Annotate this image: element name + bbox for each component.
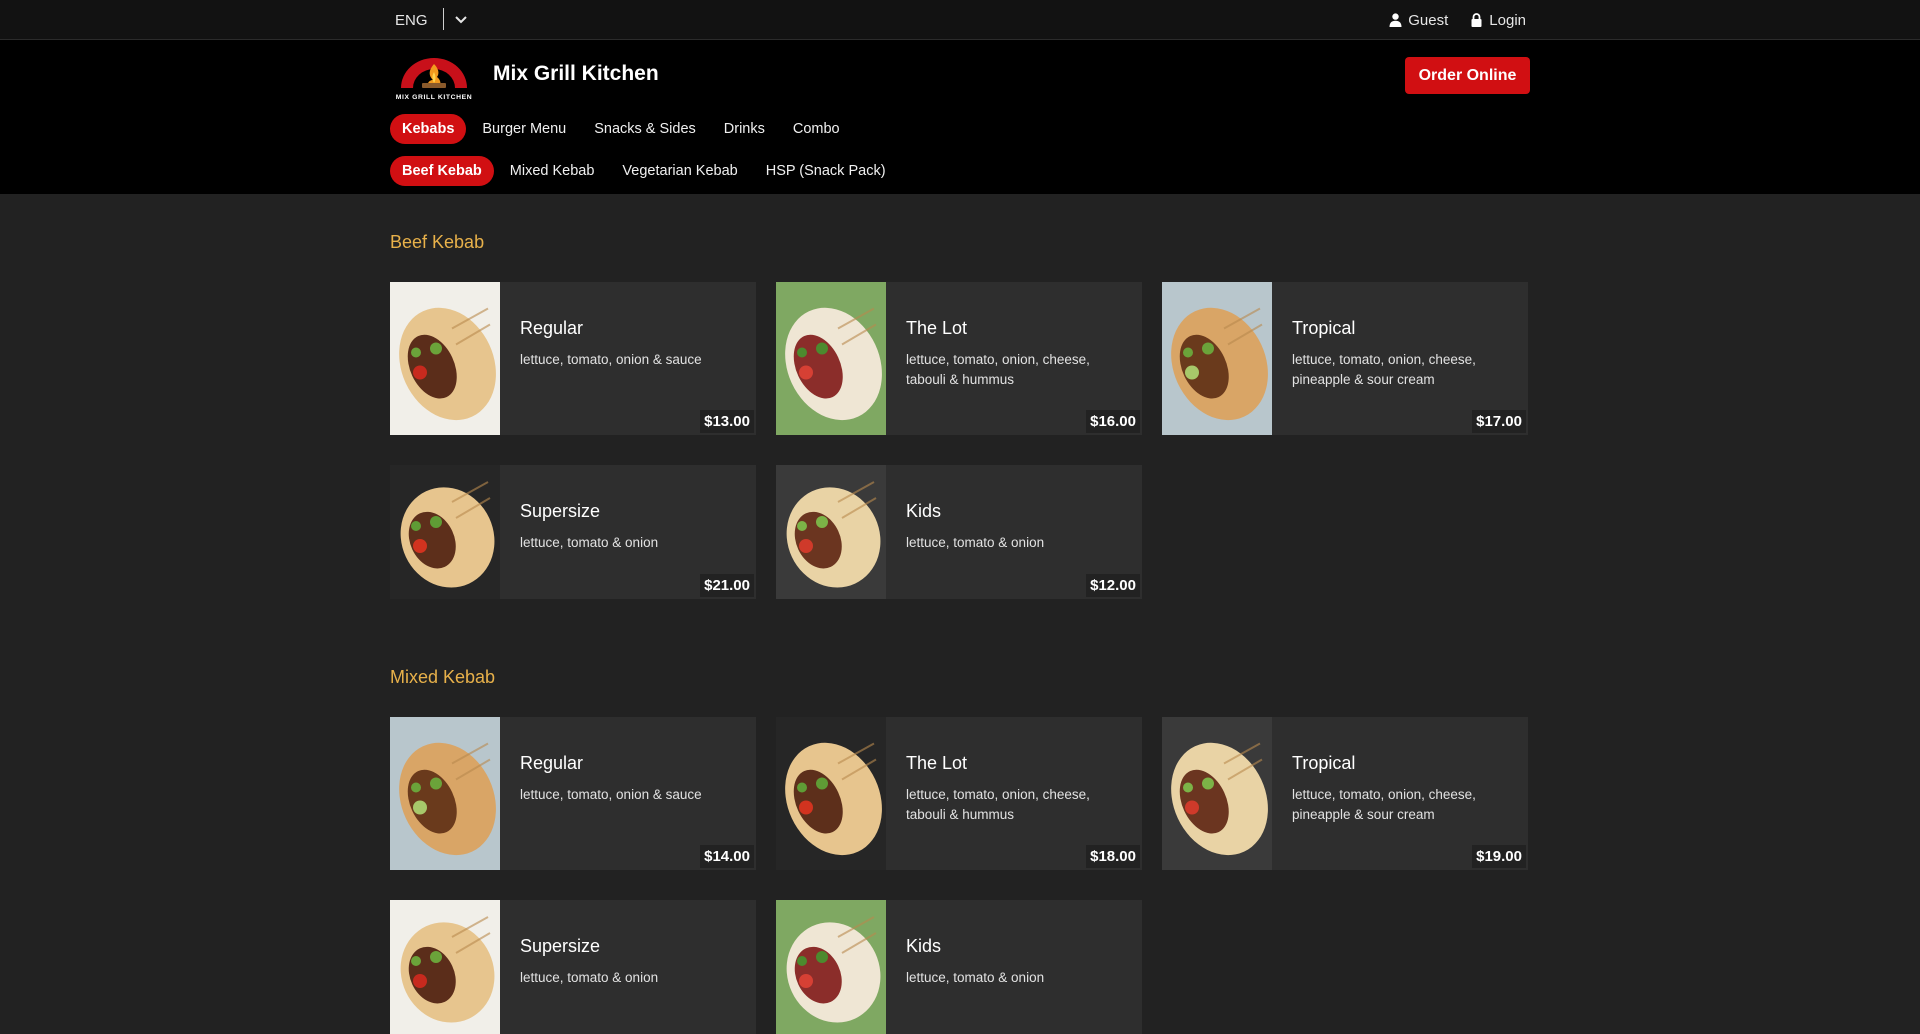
- menu-item-description: lettuce, tomato, onion, cheese, pineappl…: [1292, 787, 1476, 822]
- section-title: Mixed Kebab: [390, 667, 496, 687]
- subtab-mixed-kebab[interactable]: Mixed Kebab: [498, 156, 607, 186]
- language-selector[interactable]: ENG: [395, 0, 428, 40]
- brand-logo[interactable]: MIX GRILL KITCHEN: [389, 58, 479, 102]
- menu-item-image[interactable]: [776, 465, 886, 599]
- menu-item-card[interactable]: Regular lettuce, tomato, onion & sauce $13…: [390, 282, 756, 435]
- menu-item-name: Tropical: [1292, 318, 1356, 338]
- menu-item-image[interactable]: [390, 282, 500, 435]
- menu-item-card[interactable]: Supersize lettuce, tomato & onion: [390, 900, 756, 1034]
- menu-item-image[interactable]: [1162, 282, 1272, 435]
- menu-item-name: Kids: [906, 501, 942, 521]
- tab-drinks[interactable]: Drinks: [712, 114, 777, 144]
- menu-item-image[interactable]: [390, 900, 500, 1034]
- menu-item-description: lettuce, tomato, onion, cheese, tabouli …: [906, 787, 1090, 822]
- lock-icon: [1471, 13, 1482, 27]
- menu-item-name: Kids: [906, 936, 942, 956]
- subtab-beef-kebab[interactable]: Beef Kebab: [390, 156, 494, 186]
- menu-item-name: Supersize: [520, 936, 601, 956]
- menu-item-price: $13.00: [700, 410, 754, 433]
- menu-item-name: The Lot: [906, 753, 968, 773]
- menu-item-description: lettuce, tomato, onion, cheese, tabouli …: [906, 352, 1090, 387]
- chevron-down-icon[interactable]: [452, 12, 470, 28]
- language-label[interactable]: ENG: [395, 12, 428, 29]
- menu-item-name: Regular: [520, 753, 584, 773]
- menu-item-price: $18.00: [1086, 845, 1140, 868]
- section-title: Beef Kebab: [390, 232, 485, 252]
- menu-item-card[interactable]: The Lot lettuce, tomato, onion, cheese, t…: [776, 717, 1142, 870]
- tab-kebabs[interactable]: Kebabs: [390, 114, 467, 144]
- guest-link[interactable]: Guest: [1389, 12, 1448, 29]
- subtab-hsp-snack-pack[interactable]: HSP (Snack Pack): [754, 156, 898, 186]
- menu-item-name: Supersize: [520, 501, 601, 521]
- menu-item-description: lettuce, tomato & onion: [520, 970, 659, 985]
- subcategory-nav: Beef Kebab Mixed Kebab Vegetarian Kebab HSP…: [390, 156, 898, 186]
- menu-item-description: lettuce, tomato & onion: [906, 535, 1045, 550]
- subtab-vegetarian-kebab[interactable]: Vegetarian Kebab: [610, 156, 749, 186]
- menu-item-image[interactable]: [390, 465, 500, 599]
- menu-item-card[interactable]: Tropical lettuce, tomato, onion, cheese, …: [1162, 282, 1528, 435]
- menu-item-card[interactable]: Regular lettuce, tomato, onion & sauce $14…: [390, 717, 756, 870]
- brand-name: Mix Grill Kitchen: [493, 62, 659, 85]
- menu-item-image[interactable]: [776, 282, 886, 435]
- menu-item-name: Tropical: [1292, 753, 1356, 773]
- menu-item-price: $17.00: [1472, 410, 1526, 433]
- menu-item-price: $12.00: [1086, 574, 1140, 597]
- site-header: MIX GRILL KITCHEN Mix Grill Kitchen Orde…: [0, 40, 1920, 194]
- menu-item-card[interactable]: The Lot lettuce, tomato, onion, cheese, t…: [776, 282, 1142, 435]
- menu-item-description: lettuce, tomato, onion, cheese, pineappl…: [1292, 352, 1476, 387]
- tab-snacks-sides[interactable]: Snacks & Sides: [582, 114, 708, 144]
- menu-item-image[interactable]: [776, 900, 886, 1034]
- menu-item-image[interactable]: [776, 717, 886, 870]
- order-online-button[interactable]: Order Online: [1405, 57, 1530, 94]
- menu-item-price: $21.00: [700, 574, 754, 597]
- login-link[interactable]: Login: [1470, 12, 1526, 29]
- menu-item-price: $14.00: [700, 845, 754, 868]
- menu-item-card[interactable]: Kids lettuce, tomato & onion: [776, 900, 1142, 1034]
- guest-label[interactable]: Guest: [1408, 12, 1448, 29]
- top-bar: ENG Guest Login: [0, 0, 1920, 40]
- category-nav: Kebabs Burger Menu Snacks & Sides Drinks Com…: [390, 114, 852, 144]
- menu-item-image[interactable]: [1162, 717, 1272, 870]
- menu-item-card[interactable]: Tropical lettuce, tomato, onion, cheese, …: [1162, 717, 1528, 870]
- tab-burger-menu[interactable]: Burger Menu: [470, 114, 578, 144]
- menu-item-name: Regular: [520, 318, 584, 338]
- menu-item-description: lettuce, tomato & onion: [520, 535, 659, 550]
- login-label[interactable]: Login: [1489, 12, 1526, 29]
- menu-item-card[interactable]: Supersize lettuce, tomato & onion $21.00: [390, 465, 756, 599]
- tab-combo[interactable]: Combo: [781, 114, 852, 144]
- menu-item-card[interactable]: Kids lettuce, tomato & onion $12.00: [776, 465, 1142, 599]
- menu-item-description: lettuce, tomato, onion & sauce: [520, 352, 702, 367]
- menu-item-name: The Lot: [906, 318, 968, 338]
- svg-text:MIX GRILL KITCHEN: MIX GRILL KITCHEN: [396, 94, 473, 101]
- language-divider: [443, 8, 444, 30]
- menu-item-price: $16.00: [1086, 410, 1140, 433]
- menu-item-description: lettuce, tomato & onion: [906, 970, 1045, 985]
- menu-item-description: lettuce, tomato, onion & sauce: [520, 787, 702, 802]
- menu-item-image[interactable]: [390, 717, 500, 870]
- menu-item-price: $19.00: [1472, 845, 1526, 868]
- user-icon: [1389, 13, 1402, 27]
